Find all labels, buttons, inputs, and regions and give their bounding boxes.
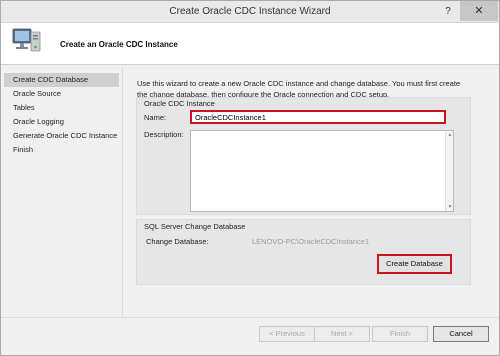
next-button[interactable]: Next > [314, 326, 370, 342]
description-label: Description: [144, 130, 184, 139]
change-db-label: Change Database: [146, 237, 209, 246]
create-database-button[interactable]: Create Database [377, 254, 452, 274]
wizard-steps: Create CDC Database Oracle Source Tables… [4, 73, 119, 157]
description-scrollbar[interactable]: ▲ ▼ [445, 131, 453, 211]
close-button[interactable]: ✕ [460, 1, 498, 21]
computer-icon [11, 26, 43, 56]
nav-item-oracle-source[interactable]: Oracle Source [4, 87, 119, 101]
header-banner: Create an Oracle CDC Instance [1, 23, 499, 65]
nav-item-create-cdc-database[interactable]: Create CDC Database [4, 73, 119, 87]
change-db-value: LENOVO-PC\OracleCDCInstance1 [252, 237, 370, 246]
title-bar: Create Oracle CDC Instance Wizard ? ✕ [1, 1, 499, 23]
window-title: Create Oracle CDC Instance Wizard [169, 6, 331, 17]
scroll-down-icon[interactable]: ▼ [447, 204, 453, 210]
description-textarea[interactable]: ▲ ▼ [190, 130, 454, 212]
previous-button[interactable]: < Previous [259, 326, 315, 342]
change-db-group-title: SQL Server Change Database [144, 222, 246, 231]
nav-item-finish[interactable]: Finish [4, 143, 119, 157]
help-button[interactable]: ? [437, 1, 459, 23]
name-input[interactable] [190, 110, 446, 124]
nav-item-generate-instance[interactable]: Generate Oracle CDC Instance [4, 129, 119, 143]
nav-item-oracle-logging[interactable]: Oracle Logging [4, 115, 119, 129]
scroll-up-icon[interactable]: ▲ [447, 132, 453, 138]
name-label: Name: [144, 113, 167, 122]
finish-button[interactable]: Finish [372, 326, 428, 342]
nav-divider [122, 67, 123, 317]
nav-item-tables[interactable]: Tables [4, 101, 119, 115]
cancel-button[interactable]: Cancel [433, 326, 489, 342]
wizard-window: Create Oracle CDC Instance Wizard ? ✕ Cr… [0, 0, 500, 356]
instance-group-title: Oracle CDC Instance [144, 99, 215, 108]
header-title: Create an Oracle CDC Instance [60, 40, 178, 49]
footer-bar: < Previous Next > Finish Cancel [1, 317, 499, 355]
